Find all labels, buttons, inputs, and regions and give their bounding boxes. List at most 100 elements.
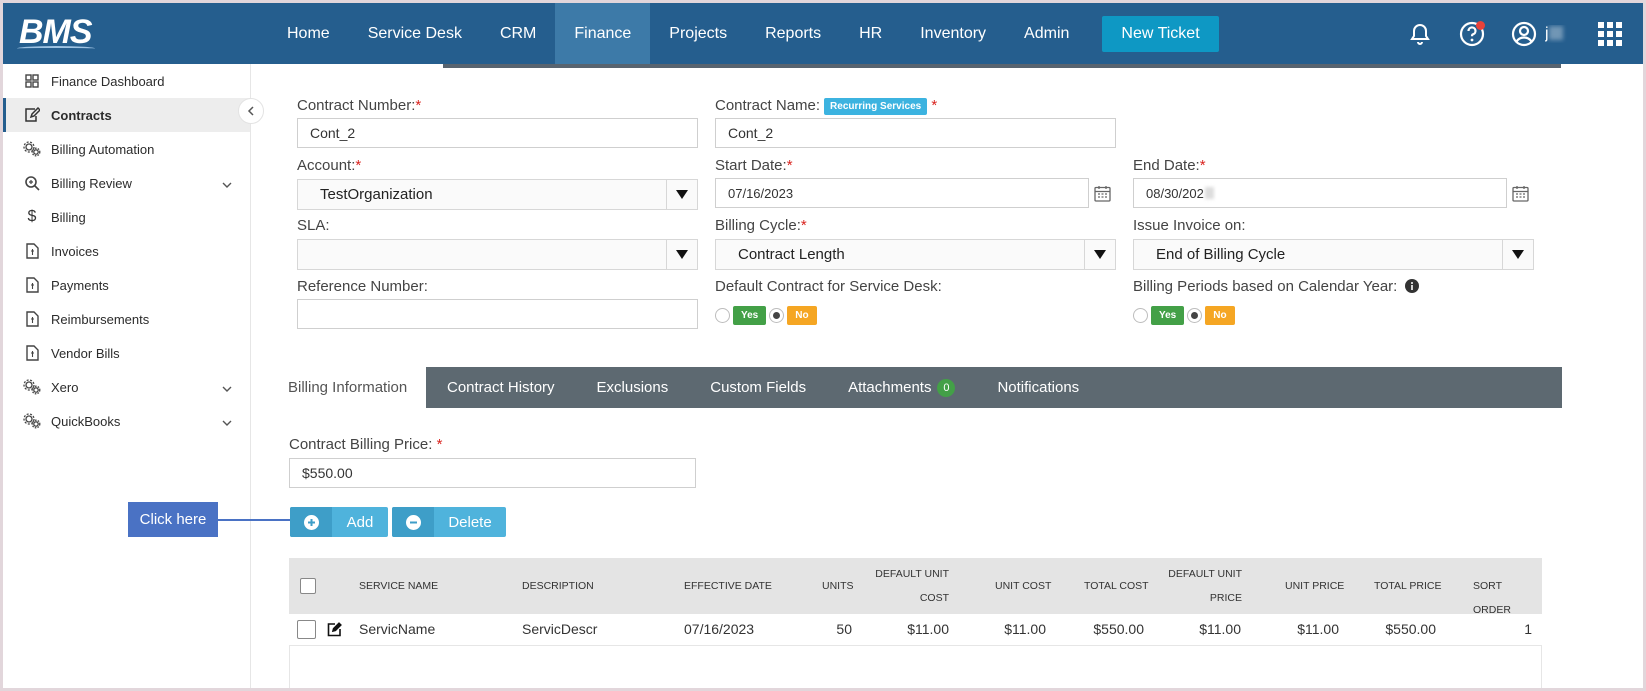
account-select[interactable]: TestOrganization xyxy=(297,179,698,210)
select-all-checkbox[interactable] xyxy=(300,578,316,594)
default-contract-yes-radio[interactable] xyxy=(715,308,730,323)
cell-description: ServicDescr xyxy=(522,621,598,637)
sidebar-collapse-button[interactable] xyxy=(238,98,264,124)
sidebar-item-quickbooks[interactable]: QuickBooks xyxy=(3,404,250,438)
chevron-down-icon[interactable] xyxy=(222,415,232,430)
finance-sidebar: Finance Dashboard Contracts Billing Auto… xyxy=(3,64,251,688)
header-unit-cost[interactable]: UNIT COST xyxy=(995,574,1051,598)
sidebar-item-reimbursements[interactable]: Reimbursements xyxy=(3,302,250,336)
header-effective-date[interactable]: EFFECTIVE DATE xyxy=(684,574,772,598)
nav-service-desk[interactable]: Service Desk xyxy=(349,3,481,64)
nav-admin[interactable]: Admin xyxy=(1005,3,1088,64)
end-date-field[interactable]: 08/30/202 xyxy=(1133,178,1507,208)
cell-units: 50 xyxy=(836,621,852,637)
sidebar-item-label: Reimbursements xyxy=(51,311,150,327)
tab-billing-information[interactable]: Billing Information xyxy=(270,367,426,408)
sidebar-item-label: Billing xyxy=(51,209,86,225)
reference-number-field[interactable] xyxy=(297,299,698,329)
help-icon[interactable] xyxy=(1457,19,1487,49)
header-total-price[interactable]: TOTAL PRICE xyxy=(1374,574,1442,598)
header-total-cost[interactable]: TOTAL COST xyxy=(1084,574,1149,598)
sidebar-item-vendor-bills[interactable]: Vendor Bills xyxy=(3,336,250,370)
billing-periods-no-radio[interactable] xyxy=(1187,308,1203,323)
delete-button[interactable]: Delete xyxy=(392,507,506,537)
sidebar-item-billing[interactable]: $ Billing xyxy=(3,200,250,234)
header-units[interactable]: UNITS xyxy=(822,574,854,598)
tab-notifications[interactable]: Notifications xyxy=(976,367,1100,408)
nav-dropdown-shadow xyxy=(443,64,1561,68)
chevron-down-icon[interactable] xyxy=(222,381,232,396)
nav-hr[interactable]: HR xyxy=(840,3,901,64)
nav-inventory[interactable]: Inventory xyxy=(901,3,1005,64)
bms-logo[interactable]: BMS xyxy=(3,3,268,64)
header-service-name[interactable]: SERVICE NAME xyxy=(359,574,438,598)
header-unit-price[interactable]: UNIT PRICE xyxy=(1285,574,1344,598)
no-label[interactable]: No xyxy=(1205,306,1235,325)
account-label: Account:* xyxy=(297,157,362,174)
top-navigation-bar: BMS Home Service Desk CRM Finance Projec… xyxy=(3,3,1643,64)
nav-home[interactable]: Home xyxy=(268,3,349,64)
billing-cycle-select[interactable]: Contract Length xyxy=(715,239,1116,270)
contract-number-field[interactable]: Cont_2 xyxy=(297,118,698,148)
recurring-services-badge: Recurring Services xyxy=(824,97,928,115)
cell-unit-price: $11.00 xyxy=(1297,621,1339,637)
header-description[interactable]: DESCRIPTION xyxy=(522,574,594,598)
contract-number-label: Contract Number:* xyxy=(297,97,422,114)
header-default-unit-cost[interactable]: DEFAULT UNIT COST xyxy=(854,562,949,610)
sidebar-item-billing-automation[interactable]: Billing Automation xyxy=(3,132,250,166)
delete-button-label: Delete xyxy=(448,513,492,531)
contract-billing-price-field[interactable]: $550.00 xyxy=(289,458,696,488)
tab-custom-fields[interactable]: Custom Fields xyxy=(689,367,827,408)
no-label[interactable]: No xyxy=(787,306,817,325)
yes-label[interactable]: Yes xyxy=(1151,306,1185,325)
sidebar-item-contracts[interactable]: Contracts xyxy=(3,98,250,132)
header-default-unit-price[interactable]: DEFAULT UNIT PRICE xyxy=(1146,562,1242,610)
tab-exclusions[interactable]: Exclusions xyxy=(576,367,690,408)
cell-total-price: $550.00 xyxy=(1385,621,1436,637)
calendar-icon[interactable] xyxy=(1512,185,1530,203)
default-contract-no-radio[interactable] xyxy=(769,308,785,323)
user-icon[interactable] xyxy=(1509,19,1539,49)
nav-icon-group: j xyxy=(1405,3,1625,64)
dropdown-arrow-icon xyxy=(1084,240,1115,269)
row-checkbox[interactable] xyxy=(297,620,316,639)
document-icon xyxy=(23,344,41,362)
calendar-icon[interactable] xyxy=(1094,185,1112,203)
cell-effective-date: 07/16/2023 xyxy=(684,621,755,637)
start-date-field[interactable]: 07/16/2023 xyxy=(715,178,1089,208)
sla-label: SLA: xyxy=(297,217,330,234)
end-date-blur xyxy=(1204,187,1214,199)
sla-select[interactable] xyxy=(297,239,698,270)
add-button[interactable]: Add xyxy=(290,507,388,537)
info-icon[interactable] xyxy=(1404,279,1419,297)
chevron-down-icon[interactable] xyxy=(222,177,232,192)
minus-circle-icon xyxy=(392,507,434,537)
chevron-left-icon xyxy=(247,106,254,116)
billing-periods-yes-radio[interactable] xyxy=(1133,308,1148,323)
yes-label[interactable]: Yes xyxy=(733,306,767,325)
apps-grid-icon[interactable] xyxy=(1595,19,1625,49)
nav-reports[interactable]: Reports xyxy=(746,3,840,64)
dollar-icon: $ xyxy=(27,208,37,225)
sidebar-item-payments[interactable]: Payments xyxy=(3,268,250,302)
new-ticket-button[interactable]: New Ticket xyxy=(1102,15,1219,52)
nav-crm[interactable]: CRM xyxy=(481,3,555,64)
default-contract-toggle: Yes No xyxy=(715,306,817,325)
sidebar-item-finance-dashboard[interactable]: Finance Dashboard xyxy=(3,64,250,98)
table-row[interactable]: ServicName ServicDescr 07/16/2023 50 $11… xyxy=(289,614,1542,646)
bell-icon[interactable] xyxy=(1405,19,1435,49)
dropdown-arrow-icon xyxy=(666,180,697,209)
sidebar-item-billing-review[interactable]: Billing Review xyxy=(3,166,250,200)
username[interactable]: j xyxy=(1545,25,1573,43)
services-table-header: SERVICE NAME DESCRIPTION EFFECTIVE DATE … xyxy=(289,558,1542,616)
issue-invoice-select[interactable]: End of Billing Cycle xyxy=(1133,239,1534,270)
tab-contract-history[interactable]: Contract History xyxy=(426,367,576,408)
tab-attachments[interactable]: Attachments 0 xyxy=(827,367,976,408)
sidebar-item-xero[interactable]: Xero xyxy=(3,370,250,404)
document-icon xyxy=(23,276,41,294)
contract-name-field[interactable]: Cont_2 xyxy=(715,118,1116,148)
nav-finance[interactable]: Finance xyxy=(555,3,651,64)
nav-projects[interactable]: Projects xyxy=(650,3,746,64)
edit-icon[interactable] xyxy=(327,622,342,642)
sidebar-item-invoices[interactable]: Invoices xyxy=(3,234,250,268)
